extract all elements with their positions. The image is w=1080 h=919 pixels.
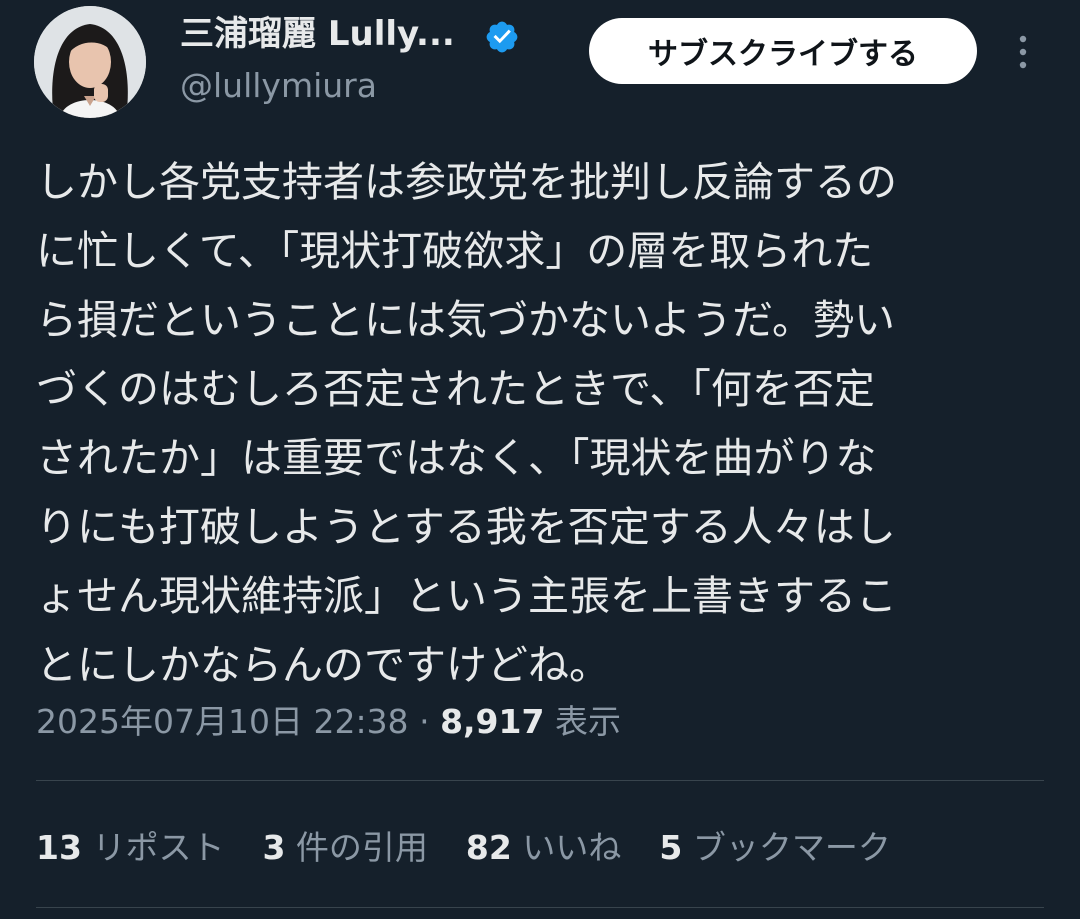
reposts-count: 13 (36, 828, 82, 867)
divider (36, 780, 1044, 781)
divider (36, 907, 1044, 908)
quotes-stat[interactable]: 3 件の引用 (262, 828, 427, 868)
more-options-icon[interactable] (1008, 31, 1038, 73)
quotes-label: 件の引用 (295, 828, 428, 867)
quotes-count: 3 (262, 828, 286, 867)
verified-badge-icon (486, 21, 518, 53)
profile-photo (34, 6, 146, 118)
author-handle[interactable]: @lullymiura (180, 66, 377, 106)
bookmarks-count: 5 (659, 828, 683, 867)
engagement-stats: 13 リポスト 3 件の引用 82 いいね 5 ブックマーク (36, 828, 891, 868)
views-label: 表示 (554, 702, 621, 741)
subscribe-button[interactable]: サブスクライブする (589, 18, 977, 84)
avatar[interactable] (34, 6, 146, 118)
views-count: 8,917 (440, 702, 545, 741)
bookmarks-stat[interactable]: 5 ブックマーク (659, 828, 890, 868)
likes-count: 82 (465, 828, 512, 867)
tweet-meta: 2025年07月10日 22:38 · 8,917 表示 (36, 702, 621, 742)
bookmarks-label: ブックマーク (692, 828, 891, 867)
reposts-stat[interactable]: 13 リポスト (36, 828, 224, 868)
meta-separator: · (419, 702, 430, 741)
tweet-text: しかし各党支持者は参政党を批判し反論するの に忙しくて、「現状打破欲求」の層を取… (36, 158, 897, 689)
likes-stat[interactable]: 82 いいね (466, 828, 621, 868)
reposts-label: リポスト (92, 828, 225, 867)
likes-label: いいね (522, 828, 622, 867)
author-display-name[interactable]: 三浦瑠麗 Lully... (180, 14, 455, 55)
tweet-timestamp[interactable]: 2025年07月10日 22:38 (36, 702, 409, 741)
